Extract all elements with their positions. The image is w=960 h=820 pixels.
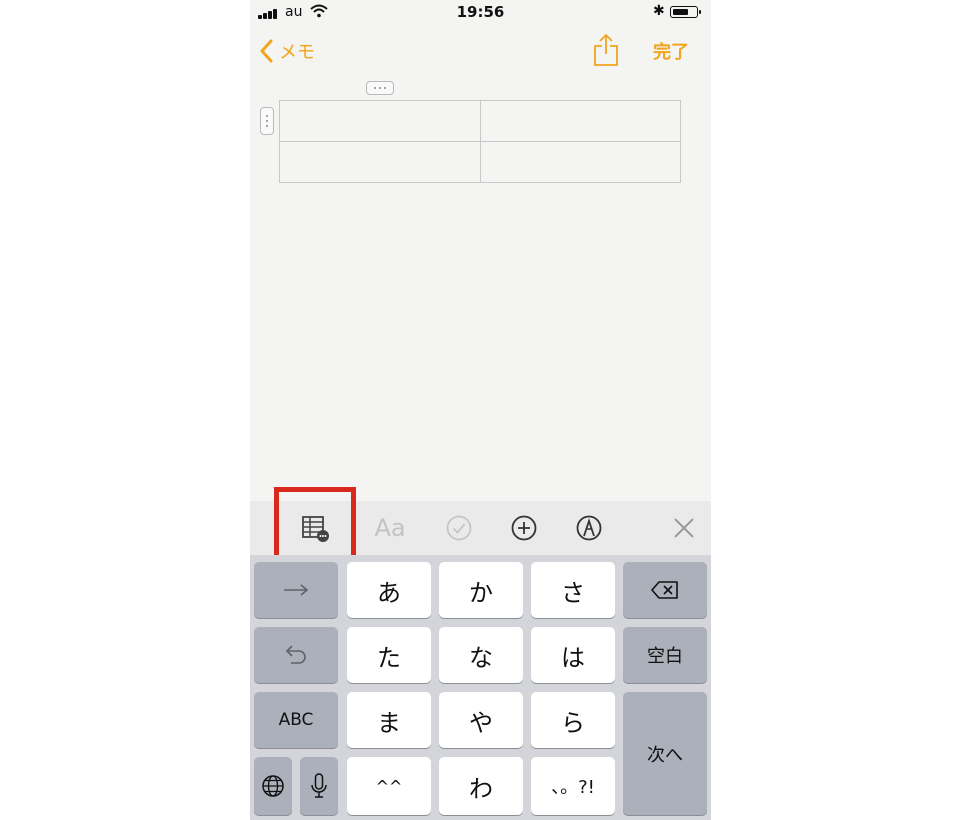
key-kana[interactable]: さ bbox=[531, 562, 615, 618]
share-icon[interactable] bbox=[593, 33, 619, 67]
key-globe[interactable] bbox=[254, 757, 292, 815]
microphone-icon bbox=[311, 773, 327, 798]
note-table bbox=[279, 100, 681, 183]
key-kana[interactable]: あ bbox=[347, 562, 431, 618]
table-cell[interactable] bbox=[279, 141, 481, 183]
markup-icon bbox=[576, 515, 602, 541]
format-button[interactable]: Aa bbox=[373, 511, 407, 545]
keyboard: ABC あ か さ た な は ま や ら ^^ わ 、。?! 空白 次へ bbox=[250, 555, 711, 820]
key-punctuation[interactable]: 、。?! bbox=[531, 757, 615, 815]
key-next-candidate[interactable] bbox=[254, 562, 338, 618]
key-undo[interactable] bbox=[254, 627, 338, 683]
key-delete[interactable] bbox=[623, 562, 707, 618]
key-kana[interactable]: は bbox=[531, 627, 615, 683]
done-button[interactable]: 完了 bbox=[653, 38, 689, 64]
key-kana[interactable]: ま bbox=[347, 692, 431, 748]
battery-icon bbox=[670, 6, 701, 18]
key-kaomoji[interactable]: ^^ bbox=[347, 757, 431, 815]
backspace-icon bbox=[651, 581, 678, 599]
markup-button[interactable] bbox=[572, 511, 606, 545]
phone-screen: au 19:56 ✱ メモ 完了 Aa ABC あ か さ た な は ま や … bbox=[250, 0, 711, 820]
back-label: メモ bbox=[279, 42, 315, 63]
table-row bbox=[279, 141, 681, 183]
format-label: Aa bbox=[374, 514, 406, 542]
close-keyboard-button[interactable] bbox=[667, 511, 701, 545]
table-row bbox=[279, 100, 681, 142]
column-handle[interactable] bbox=[366, 81, 394, 95]
add-button[interactable] bbox=[507, 511, 541, 545]
undo-icon bbox=[285, 645, 306, 664]
add-icon bbox=[511, 515, 537, 541]
row-handle[interactable] bbox=[260, 107, 274, 135]
clock: 19:56 bbox=[456, 3, 505, 21]
key-space[interactable]: 空白 bbox=[623, 627, 707, 683]
key-kana[interactable]: わ bbox=[439, 757, 523, 815]
key-abc[interactable]: ABC bbox=[254, 692, 338, 748]
status-bar: au 19:56 ✱ bbox=[250, 0, 711, 26]
globe-icon bbox=[262, 775, 284, 797]
checklist-button[interactable] bbox=[442, 511, 476, 545]
key-kana[interactable]: ら bbox=[531, 692, 615, 748]
key-kana[interactable]: か bbox=[439, 562, 523, 618]
table-cell[interactable] bbox=[479, 100, 681, 142]
table-cell[interactable] bbox=[279, 100, 481, 142]
chevron-left-icon bbox=[260, 39, 273, 63]
key-microphone[interactable] bbox=[300, 757, 338, 815]
bluetooth-icon: ✱ bbox=[653, 3, 665, 19]
checklist-icon bbox=[446, 515, 472, 541]
table-cell[interactable] bbox=[479, 141, 681, 183]
close-icon bbox=[674, 518, 694, 538]
back-button[interactable]: メモ bbox=[260, 36, 315, 66]
key-kana[interactable]: た bbox=[347, 627, 431, 683]
key-kana[interactable]: な bbox=[439, 627, 523, 683]
arrow-right-icon bbox=[284, 584, 309, 596]
key-kana[interactable]: や bbox=[439, 692, 523, 748]
key-next[interactable]: 次へ bbox=[623, 692, 707, 815]
